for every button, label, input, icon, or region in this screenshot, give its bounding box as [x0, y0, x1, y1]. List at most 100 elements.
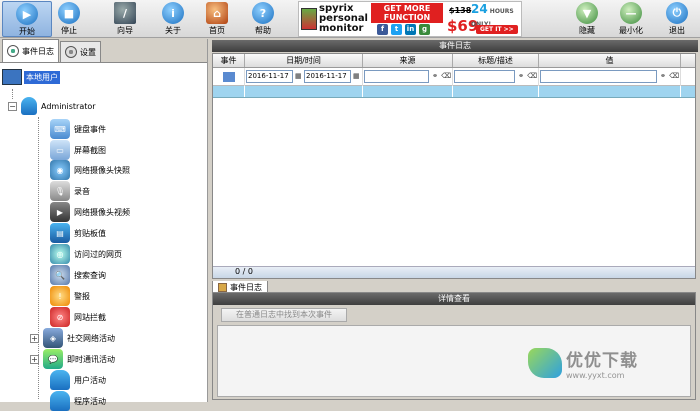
tab-settings[interactable]: 设置 [60, 41, 101, 62]
social-network-icon: ◈ [43, 328, 63, 348]
gear-icon [65, 46, 77, 58]
help-icon: ? [252, 2, 274, 24]
tree-item-webcam-video[interactable]: ▶ 网络摄像头视频 [50, 202, 130, 222]
column-event[interactable]: 事件 [213, 54, 245, 67]
about-button[interactable]: i 关于 [148, 1, 198, 37]
screenshot-icon: ▭ [50, 140, 70, 160]
date-to-input[interactable]: 2016-11-17 [304, 70, 351, 83]
tree-item-search-queries[interactable]: 🔍 搜索查询 [50, 265, 106, 285]
detail-title: 详情查看 [213, 293, 695, 305]
minimize-button[interactable]: — 最小化 [606, 1, 656, 37]
stop-button[interactable]: ■ 停止 [44, 1, 94, 37]
user-icon [21, 97, 37, 115]
user-icon [50, 370, 70, 390]
webcam-icon: ◉ [50, 160, 70, 180]
eject-icon: ▼ [576, 2, 598, 24]
toolbar: ▶ 开始 ■ 停止 / 向导 i 关于 ⌂ 首页 ? 帮助 spyrix per… [0, 0, 700, 38]
binoculars-icon[interactable]: ⚭ [658, 71, 668, 82]
tree-item-instant-messaging[interactable]: + 💬 即时通讯活动 [30, 349, 115, 369]
ad-social-icons: f t in g [377, 24, 430, 35]
watermark-logo-icon [528, 348, 562, 378]
table-row[interactable] [213, 86, 695, 98]
source-filter-input[interactable] [364, 70, 430, 83]
promo-banner[interactable]: spyrix personal monitor GET MORE FUNCTIO… [298, 1, 522, 37]
play-icon: ▶ [16, 3, 38, 25]
exit-button[interactable]: ⏻ 退出 [652, 1, 700, 37]
block-icon: ⊘ [50, 307, 70, 327]
tree-item-webcam-snapshot[interactable]: ◉ 网络摄像头快照 [50, 160, 130, 180]
left-panel: 事件日志 设置 本地用户 − Administrator ⌨ 键盘事件 ▭ 屏幕… [0, 39, 208, 411]
log-icon [218, 283, 227, 292]
tree-item-social-networks[interactable]: + ◈ 社交网络活动 [30, 328, 115, 348]
computer-icon [2, 69, 22, 85]
event-grid: 事件 日期/时间 来源 标题/描述 值 2016-11-17 ▦ 2016-11… [212, 53, 696, 279]
column-value[interactable]: 值 [539, 54, 681, 67]
column-datetime[interactable]: 日期/时间 [245, 54, 363, 67]
expand-icon[interactable]: + [30, 333, 39, 343]
ad-brand: spyrix personal monitor [319, 3, 368, 34]
grid-footer [213, 266, 695, 278]
keyboard-icon: ⌨ [50, 119, 70, 139]
chat-icon: 💬 [43, 349, 63, 369]
power-icon: ⏻ [666, 2, 688, 24]
tree-item-program-activity[interactable]: 程序活动 [50, 391, 106, 411]
microphone-icon: 🎙 [50, 181, 70, 201]
collapse-icon[interactable]: − [8, 101, 17, 111]
find-in-log-button[interactable]: 在普通日志中找到本次事件 [221, 308, 347, 322]
help-button[interactable]: ? 帮助 [238, 1, 288, 37]
ad-get-it-button[interactable]: GET IT >> [476, 25, 518, 34]
filter-row: 2016-11-17 ▦ 2016-11-17 ▦ ⚭ ⌫ ⚭ ⌫ ⚭ ⌫ [213, 67, 695, 86]
user-tree: 本地用户 − Administrator ⌨ 键盘事件 ▭ 屏幕截图 ◉ 网络摄… [0, 63, 207, 411]
tree-item-visited-pages[interactable]: ◎ 访问过的网页 [50, 244, 122, 264]
event-log-title: 事件日志 [212, 40, 698, 52]
linkedin-icon: in [405, 24, 416, 35]
tab-event-log[interactable]: 事件日志 [2, 39, 59, 62]
minimize-icon: — [620, 2, 642, 24]
calendar-icon[interactable]: ▦ [352, 71, 361, 82]
program-icon [50, 391, 70, 411]
wand-icon: / [114, 2, 136, 24]
tree-item-site-blocking[interactable]: ⊘ 网站拦截 [50, 307, 106, 327]
tree-item-alerts[interactable]: ! 警报 [50, 286, 90, 306]
tree-local-users[interactable]: 本地用户 [2, 69, 60, 85]
stop-icon: ■ [58, 2, 80, 24]
binoculars-icon[interactable]: ⚭ [516, 71, 526, 82]
clear-filter-icon[interactable]: ⌫ [669, 71, 679, 82]
ad-get-more: GET MORE FUNCTION [371, 3, 443, 23]
left-tabs: 事件日志 设置 [0, 39, 207, 63]
value-filter-input[interactable] [540, 70, 658, 83]
watermark: 优优下载 www.yyxt.com [528, 346, 638, 380]
hide-button[interactable]: ▼ 隐藏 [562, 1, 612, 37]
record-count: 0 / 0 [235, 267, 253, 276]
filter-icon[interactable] [222, 71, 235, 82]
tree-item-audio[interactable]: 🎙 录音 [50, 181, 90, 201]
product-box-icon [301, 8, 317, 30]
tree-item-screenshots[interactable]: ▭ 屏幕截图 [50, 140, 106, 160]
column-title[interactable]: 标题/描述 [453, 54, 539, 67]
home-icon: ⌂ [206, 2, 228, 24]
expand-icon[interactable]: + [30, 354, 39, 364]
column-source[interactable]: 来源 [363, 54, 453, 67]
alert-icon: ! [50, 286, 70, 306]
clear-filter-icon[interactable]: ⌫ [441, 71, 451, 82]
globe-icon: ◎ [50, 244, 70, 264]
date-from-input[interactable]: 2016-11-17 [246, 70, 293, 83]
home-button[interactable]: ⌂ 首页 [192, 1, 242, 37]
tree-item-user-activity[interactable]: 用户活动 [50, 370, 106, 390]
twitter-icon: t [391, 24, 402, 35]
google-icon: g [419, 24, 430, 35]
tree-item-clipboard[interactable]: ▤ 剪贴板值 [50, 223, 106, 243]
facebook-icon: f [377, 24, 388, 35]
clear-filter-icon[interactable]: ⌫ [527, 71, 537, 82]
title-filter-input[interactable] [454, 70, 516, 83]
tree-item-keyboard[interactable]: ⌨ 键盘事件 [50, 119, 106, 139]
search-icon: 🔍 [50, 265, 70, 285]
binoculars-icon[interactable]: ⚭ [430, 71, 440, 82]
video-camera-icon: ▶ [50, 202, 70, 222]
tree-administrator[interactable]: − Administrator [8, 97, 96, 115]
clipboard-icon: ▤ [50, 223, 70, 243]
info-icon: i [162, 2, 184, 24]
wizard-button[interactable]: / 向导 [100, 1, 150, 37]
eye-icon [7, 45, 19, 57]
calendar-icon[interactable]: ▦ [294, 71, 303, 82]
